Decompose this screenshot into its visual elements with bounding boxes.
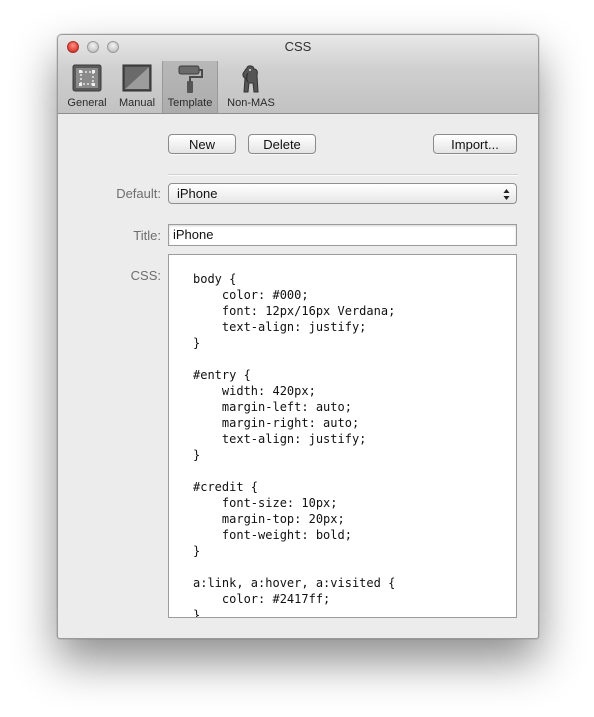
code-line: #credit { [193,480,259,494]
screen: CSS General Manual Template Non-MAS New … [0,0,594,717]
code-line: margin-right: auto; [193,416,360,430]
toolbar-label-manual: Manual [118,97,156,109]
code-line: font-weight: bold; [193,528,352,542]
code-line: width: 420px; [193,384,316,398]
titlebar: CSS General Manual Template Non-MAS [58,35,538,114]
default-label: Default: [116,186,161,201]
css-label: CSS: [130,268,161,283]
code-line: font: 12px/16px Verdana; [193,304,396,318]
import-button[interactable]: Import... [433,134,517,154]
paint-roller-icon [175,64,205,99]
title-label: Title: [133,228,161,243]
elephant-icon [238,64,264,99]
title-field[interactable]: iPhone [168,224,517,246]
code-line: } [193,544,201,558]
code-line: } [193,608,201,618]
code-line: text-align: justify; [193,432,367,446]
toolbar-item-general[interactable]: General [62,61,112,113]
manual-icon [122,64,152,97]
delete-button[interactable]: Delete [248,134,316,154]
default-template-value: iPhone [177,186,218,201]
code-line: font-size: 10px; [193,496,338,510]
code-line: } [193,448,201,462]
css-preferences-window: CSS General Manual Template Non-MAS New … [57,34,539,639]
toolbar-label-template: Template [167,97,213,109]
toolbar-item-template[interactable]: Template [162,61,218,113]
code-line: #entry { [193,368,251,382]
code-line: } [193,336,201,350]
code-line: a:link, a:hover, a:visited { [193,576,396,590]
code-line: body { [193,272,237,286]
code-line: margin-left: auto; [193,400,352,414]
new-button[interactable]: New [168,134,236,154]
css-editor[interactable]: body { color: #000; font: 12px/16px Verd… [168,254,517,618]
toolbar-item-manual[interactable]: Manual [114,61,160,113]
code-line: margin-top: 20px; [193,512,345,526]
code-line: color: #000; [193,288,309,302]
window-title: CSS [284,39,312,54]
toolbar-label-general: General [67,97,107,109]
toolbar-label-non-mas: Non-MAS [227,97,275,109]
general-icon [72,64,102,97]
default-template-popup[interactable]: iPhone [168,183,517,204]
toolbar-item-non-mas[interactable]: Non-MAS [222,61,280,113]
divider [168,174,518,176]
code-line: color: #2417ff; [193,592,331,606]
code-line: text-align: justify; [193,320,367,334]
popup-arrows-icon [503,187,510,200]
